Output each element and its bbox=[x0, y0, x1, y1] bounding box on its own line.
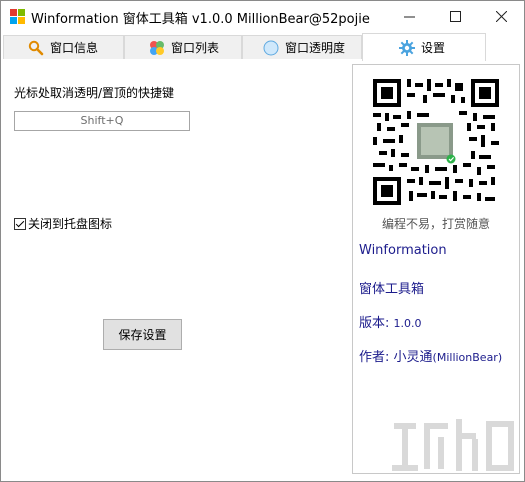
maximize-icon bbox=[449, 10, 461, 22]
window-title: Winformation 窗体工具箱 v1.0.0 MillionBear@52… bbox=[31, 12, 370, 27]
close-icon bbox=[495, 10, 507, 22]
tab-label: 窗口信息 bbox=[50, 41, 99, 55]
tray-checkbox[interactable]: 关闭到托盘图标 bbox=[14, 215, 112, 232]
tab-window-info[interactable]: 窗口信息 bbox=[3, 35, 124, 59]
version-label: 版本: bbox=[359, 316, 390, 331]
author-name: 小灵通 bbox=[393, 350, 433, 365]
circle-icon bbox=[263, 40, 279, 56]
version-line: 版本: 1.0.0 bbox=[359, 312, 422, 331]
tab-label: 窗口透明度 bbox=[285, 41, 346, 55]
tray-checkbox-label: 关闭到托盘图标 bbox=[28, 217, 113, 231]
hotkey-input[interactable]: Shift+Q bbox=[14, 111, 190, 131]
gear-icon bbox=[399, 39, 415, 56]
hotkey-label: 光标处取消透明/置顶的快捷键 bbox=[14, 86, 175, 100]
author-label: 作者: bbox=[359, 350, 390, 365]
author-handle: (MillionBear) bbox=[432, 351, 503, 364]
tab-window-opacity[interactable]: 窗口透明度 bbox=[242, 35, 362, 59]
app-logo-icon bbox=[10, 9, 26, 25]
tab-label: 设置 bbox=[421, 41, 446, 55]
minimize-icon bbox=[403, 16, 415, 17]
search-icon bbox=[28, 40, 44, 56]
minimize-button[interactable] bbox=[386, 1, 432, 31]
title-bar[interactable]: Winformation 窗体工具箱 v1.0.0 MillionBear@52… bbox=[1, 1, 524, 31]
color-palette-icon bbox=[149, 40, 165, 56]
checkbox-checked-icon[interactable] bbox=[14, 217, 26, 230]
tab-label: 窗口列表 bbox=[171, 41, 220, 55]
app-name: Winformation bbox=[359, 243, 447, 258]
app-window: Winformation 窗体工具箱 v1.0.0 MillionBear@52… bbox=[0, 0, 525, 482]
tab-settings[interactable]: 设置 bbox=[362, 33, 486, 61]
app-cn-name: 窗体工具箱 bbox=[359, 282, 425, 297]
close-button[interactable] bbox=[478, 1, 524, 31]
watermark-logo bbox=[392, 419, 514, 471]
qr-caption: 编程不易，打赏随意 bbox=[381, 217, 490, 231]
save-settings-button[interactable]: 保存设置 bbox=[103, 319, 182, 350]
version-value: 1.0.0 bbox=[393, 317, 422, 330]
tab-bar: 窗口信息 窗口列表 窗口透明度 设置 bbox=[3, 33, 522, 61]
tab-window-list[interactable]: 窗口列表 bbox=[124, 35, 242, 59]
author-line: 作者: 小灵通(MillionBear) bbox=[359, 346, 502, 365]
donation-qr-code bbox=[373, 79, 499, 205]
maximize-button[interactable] bbox=[432, 1, 478, 31]
